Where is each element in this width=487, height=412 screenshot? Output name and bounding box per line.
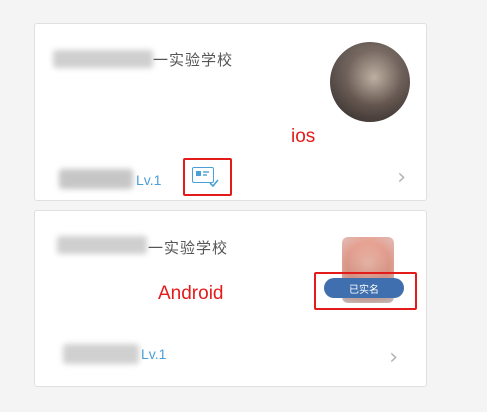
annotation-android: Android	[158, 283, 224, 304]
avatar-blur	[330, 42, 410, 122]
level-label: Lv.1	[141, 346, 167, 362]
level-label: Lv.1	[136, 172, 162, 188]
blurred-school-prefix	[57, 236, 147, 254]
blurred-username	[59, 169, 133, 189]
annotation-box-ios-badge	[183, 158, 232, 196]
blurred-username	[63, 344, 139, 364]
avatar[interactable]	[330, 42, 410, 122]
profile-card-ios[interactable]: 一实验学校 ios Lv.1 ›	[34, 23, 427, 201]
id-card-check-icon	[192, 167, 219, 187]
chevron-right-icon[interactable]: ›	[389, 347, 398, 369]
school-name: 一实验学校	[148, 239, 229, 257]
school-name: 一实验学校	[153, 51, 234, 69]
annotation-box-android-badge: 已实名	[314, 272, 417, 310]
chevron-right-icon[interactable]: ›	[397, 167, 406, 189]
annotation-ios: ios	[291, 126, 316, 147]
profile-card-android[interactable]: 一实验学校 Android 已实名 Lv.1 ›	[34, 210, 427, 387]
blurred-school-prefix	[53, 50, 153, 68]
verified-badge: 已实名	[324, 278, 404, 298]
